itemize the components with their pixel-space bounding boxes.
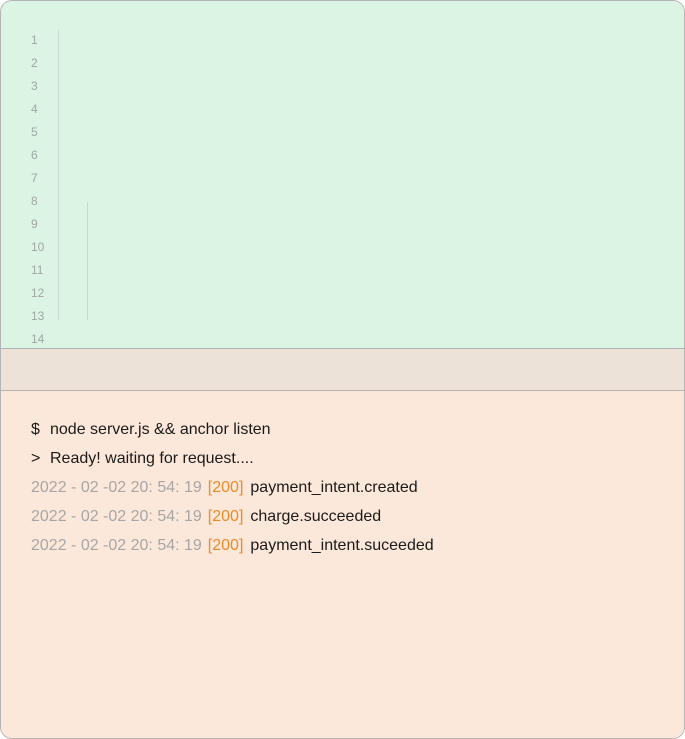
code-editor[interactable]: 1 2 3 4 5 6 7 8 9 10 11 12 13 14: [1, 1, 684, 349]
log-line: 2022 - 02 -02 20: 54: 19 [200] payment_int…: [31, 536, 434, 556]
command-line: $ node server.js && anchor listen: [31, 420, 271, 440]
log-line: 2022 - 02 -02 20: 54: 19 [200] charge.succ…: [31, 507, 381, 527]
log-event: payment_intent.suceeded: [250, 537, 434, 554]
line-number: 6: [31, 148, 38, 162]
log-status: [200]: [207, 508, 244, 525]
command-text: node server.js && anchor listen: [50, 421, 271, 438]
line-number: 5: [31, 125, 38, 139]
line-number: 8: [31, 194, 38, 208]
line-number: 1: [31, 33, 38, 47]
line-number: 11: [31, 263, 44, 277]
code-window: 1 2 3 4 5 6 7 8 9 10 11 12 13 14 $ node s…: [0, 0, 685, 739]
log-timestamp: 2022 - 02 -02 20: 54: 19: [31, 479, 202, 496]
line-number: 7: [31, 171, 38, 185]
log-status: [200]: [207, 479, 244, 496]
line-number: 9: [31, 217, 38, 231]
ready-line: > Ready! waiting for request....: [31, 449, 254, 469]
log-timestamp: 2022 - 02 -02 20: 54: 19: [31, 537, 202, 554]
indent-guide: [87, 202, 88, 320]
log-status: [200]: [207, 537, 244, 554]
line-number: 3: [31, 79, 38, 93]
line-number: 4: [31, 102, 38, 116]
line-number: 13: [31, 309, 45, 323]
terminal-panel[interactable]: $ node server.js && anchor listen > Ready!…: [1, 391, 684, 738]
line-number: 14: [31, 332, 45, 346]
ready-text: Ready! waiting for request....: [50, 450, 254, 467]
line-number: 2: [31, 56, 38, 70]
line-number: 10: [31, 240, 45, 254]
output-marker: >: [31, 450, 41, 467]
log-event: charge.succeeded: [250, 508, 382, 525]
log-event: payment_intent.created: [250, 479, 418, 496]
log-line: 2022 - 02 -02 20: 54: 19 [200] payment_int…: [31, 478, 418, 498]
log-timestamp: 2022 - 02 -02 20: 54: 19: [31, 508, 202, 525]
indent-guide: [58, 30, 59, 320]
line-number: 12: [31, 286, 45, 300]
prompt-symbol: $: [31, 421, 40, 438]
panel-divider[interactable]: [1, 349, 684, 391]
